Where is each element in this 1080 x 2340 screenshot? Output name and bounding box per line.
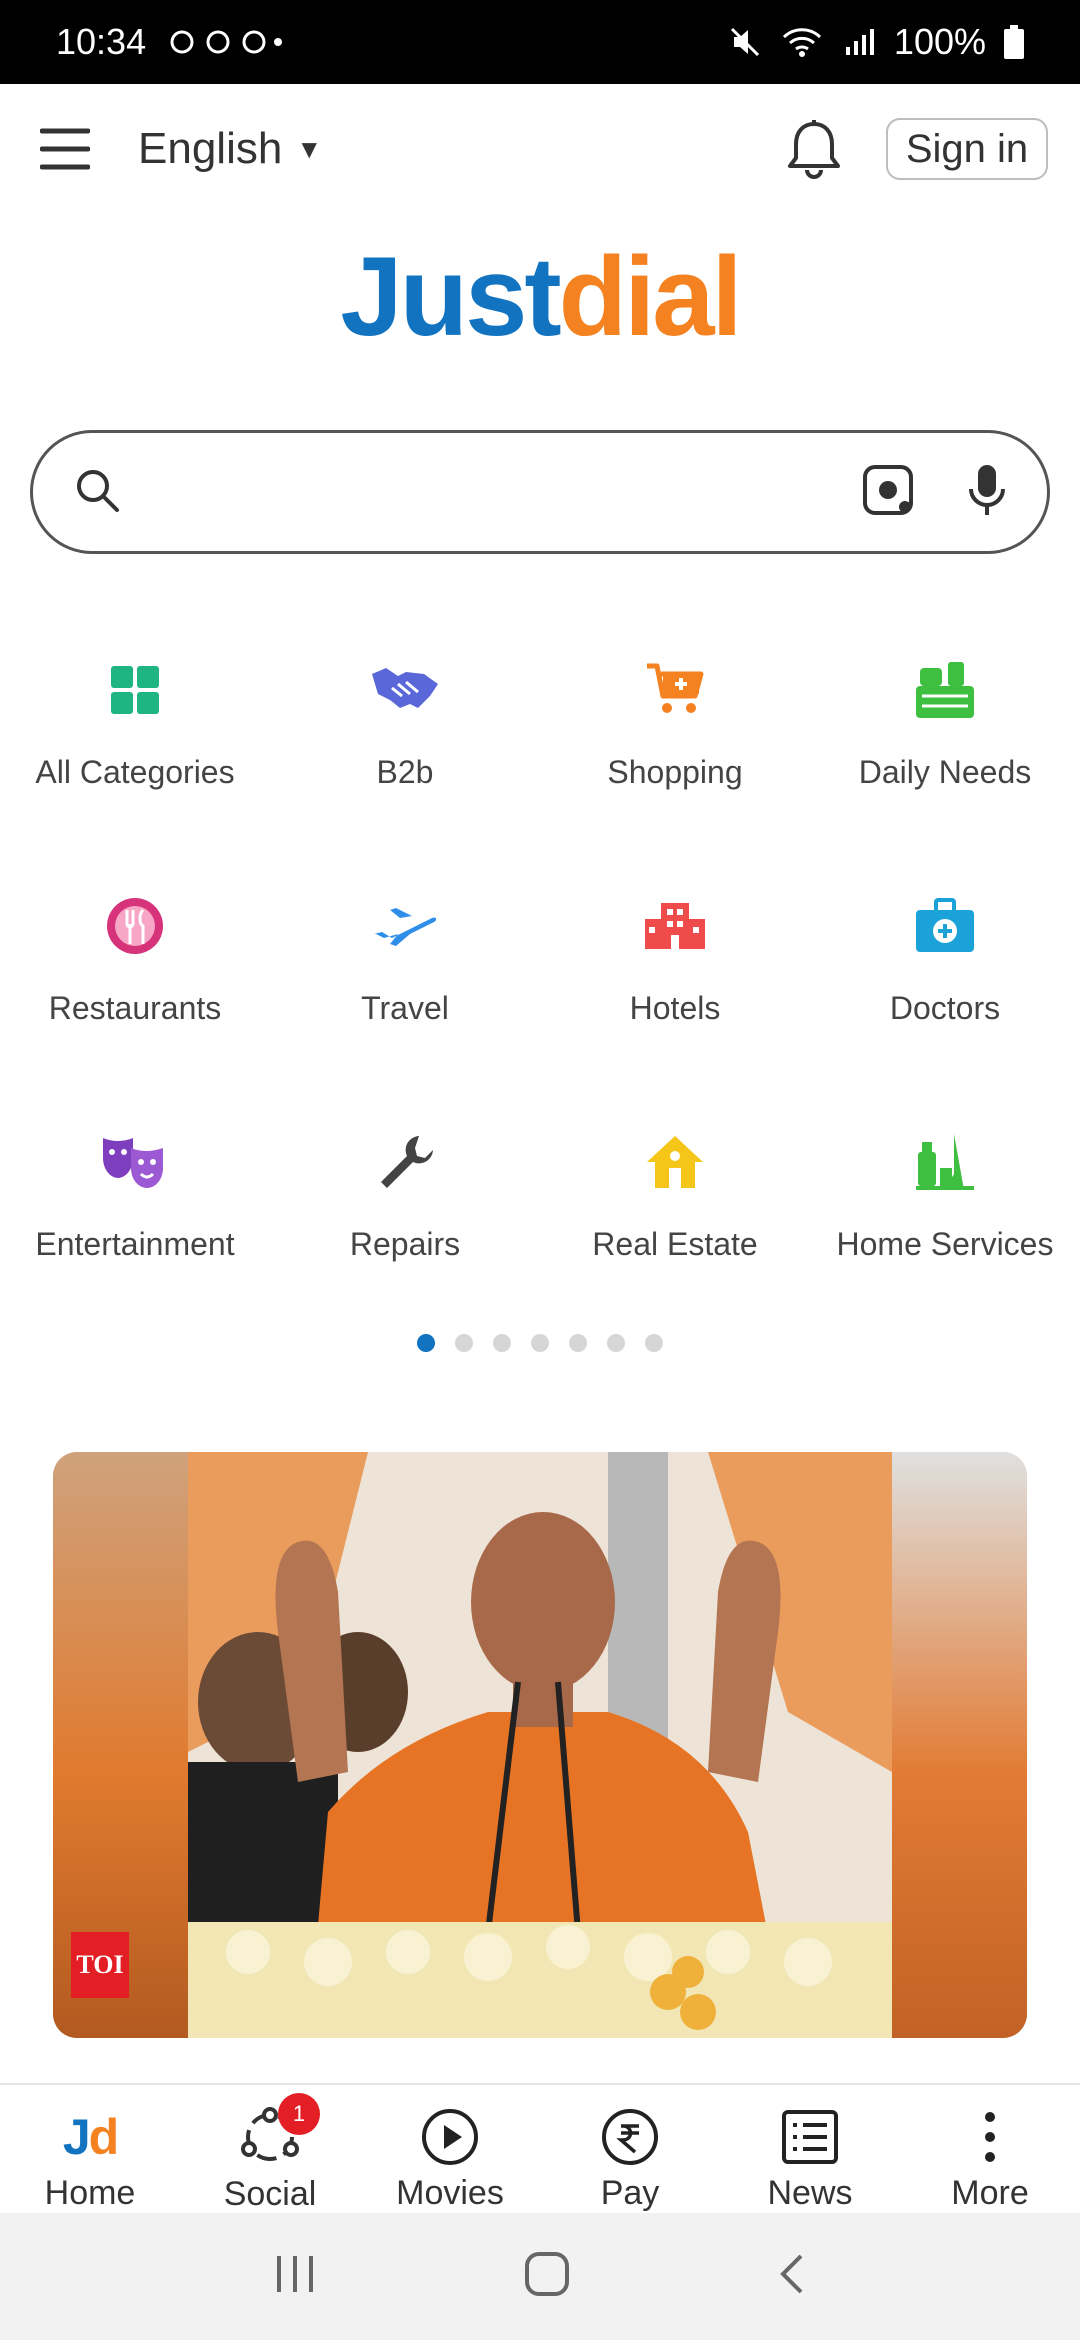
category-entertainment[interactable]: Entertainment: [0, 1102, 270, 1338]
nav-home[interactable]: Jd Home: [0, 2085, 180, 2213]
medical-kit-icon: [905, 886, 985, 966]
category-label: B2b: [376, 754, 434, 790]
nav-label: Pay: [600, 2174, 660, 2212]
handshake-icon: [365, 650, 445, 730]
justdial-logo: Justdial: [0, 232, 1080, 361]
cleaning-icon: [905, 1122, 985, 1202]
carousel-page-indicator: [0, 1334, 1080, 1352]
category-label: Hotels: [629, 990, 721, 1026]
microphone-icon[interactable]: [967, 463, 1007, 522]
wrench-icon: [365, 1122, 445, 1202]
category-label: Real Estate: [592, 1226, 758, 1262]
groceries-icon: [905, 650, 985, 730]
wifi-icon: [780, 25, 824, 59]
sync-icon: [166, 25, 286, 59]
building-icon: [635, 886, 715, 966]
logo-part-dial: dial: [558, 234, 743, 359]
carousel-dot-active[interactable]: [417, 1334, 435, 1352]
notification-badge: 1: [278, 2093, 320, 2135]
nav-more[interactable]: More: [900, 2085, 1080, 2213]
signal-icon: [842, 25, 876, 59]
category-label: All Categories: [35, 754, 235, 790]
category-label: Home Services: [836, 1226, 1054, 1262]
cart-icon: [635, 650, 715, 730]
category-label: Shopping: [607, 754, 743, 790]
category-repairs[interactable]: Repairs: [270, 1102, 540, 1338]
house-icon: [635, 1122, 715, 1202]
nav-label: News: [767, 2174, 853, 2212]
mute-icon: [728, 25, 762, 59]
play-icon: [421, 2107, 479, 2166]
nav-label: Social: [223, 2175, 317, 2213]
nav-social[interactable]: Social 1: [180, 2085, 360, 2213]
category-label: Travel: [361, 990, 449, 1026]
status-bar: 10:34 100%: [0, 0, 1080, 84]
carousel-dot[interactable]: [645, 1334, 663, 1352]
category-home-services[interactable]: Home Services: [810, 1102, 1080, 1338]
language-label: English: [138, 124, 283, 173]
carousel-dot[interactable]: [531, 1334, 549, 1352]
category-travel[interactable]: Travel: [270, 866, 540, 1102]
category-grid: All Categories B2b Shopping Daily Needs …: [0, 630, 1080, 1338]
search-input[interactable]: [147, 470, 861, 514]
top-bar: English ▼ Sign in: [0, 84, 1080, 214]
search-icon[interactable]: [73, 466, 121, 519]
search-bar[interactable]: [30, 430, 1050, 554]
category-hotels[interactable]: Hotels: [540, 866, 810, 1102]
sign-in-button[interactable]: Sign in: [886, 118, 1048, 180]
nav-pay[interactable]: Pay: [540, 2085, 720, 2213]
nav-news[interactable]: News: [720, 2085, 900, 2213]
hamburger-menu-icon[interactable]: [40, 124, 90, 174]
lens-camera-icon[interactable]: [861, 463, 915, 522]
nav-movies[interactable]: Movies: [360, 2085, 540, 2213]
battery-icon: [1004, 25, 1024, 59]
category-doctors[interactable]: Doctors: [810, 866, 1080, 1102]
banner-photo: [188, 1452, 892, 2038]
banner-blur-right: [892, 1452, 1027, 2038]
category-all-categories[interactable]: All Categories: [0, 630, 270, 866]
news-icon: [781, 2107, 839, 2166]
language-selector[interactable]: English ▼: [138, 124, 322, 174]
jd-logo-icon: Jd: [62, 2108, 119, 2165]
category-b2b[interactable]: B2b: [270, 630, 540, 866]
system-navigation-bar: [0, 2213, 1080, 2340]
back-icon[interactable]: [777, 2252, 807, 2301]
carousel-dot[interactable]: [455, 1334, 473, 1352]
recent-apps-icon[interactable]: [273, 2254, 317, 2299]
nav-label: Home: [44, 2174, 136, 2212]
theater-masks-icon: [95, 1122, 175, 1202]
notification-bell-icon[interactable]: [786, 118, 842, 185]
nav-label: Movies: [396, 2174, 504, 2212]
category-label: Daily Needs: [858, 754, 1032, 790]
battery-percent: 100%: [893, 21, 986, 62]
logo-part-just: Just: [340, 234, 561, 359]
home-icon[interactable]: [523, 2250, 571, 2303]
rupee-icon: [601, 2107, 659, 2166]
carousel-dot[interactable]: [493, 1334, 511, 1352]
toi-badge: TOI: [71, 1932, 129, 1998]
news-banner[interactable]: TOI: [53, 1452, 1027, 2038]
category-label: Repairs: [349, 1226, 461, 1262]
cutlery-icon: [95, 886, 175, 966]
category-label: Restaurants: [48, 990, 222, 1026]
status-time: 10:34: [56, 21, 147, 62]
more-vertical-icon: [980, 2107, 1000, 2166]
grid-icon: [95, 650, 175, 730]
airplane-icon: [365, 886, 445, 966]
category-real-estate[interactable]: Real Estate: [540, 1102, 810, 1338]
category-label: Entertainment: [35, 1226, 235, 1262]
category-restaurants[interactable]: Restaurants: [0, 866, 270, 1102]
category-daily-needs[interactable]: Daily Needs: [810, 630, 1080, 866]
category-label: Doctors: [889, 990, 1001, 1026]
nav-label: More: [951, 2174, 1029, 2212]
category-shopping[interactable]: Shopping: [540, 630, 810, 866]
carousel-dot[interactable]: [569, 1334, 587, 1352]
caret-down-icon: ▼: [296, 133, 323, 164]
bottom-navigation: Jd Home Social 1 Movies Pay News More: [0, 2083, 1080, 2213]
carousel-dot[interactable]: [607, 1334, 625, 1352]
